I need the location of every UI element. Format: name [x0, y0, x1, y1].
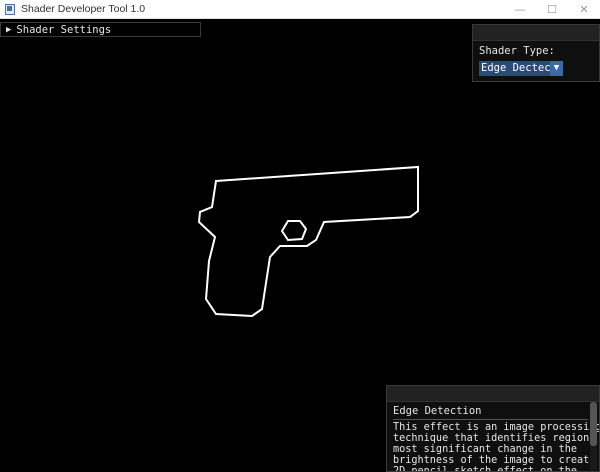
pistol-outline — [197, 165, 419, 318]
description-separator — [393, 419, 588, 420]
trigger-guard-outline — [280, 220, 308, 242]
maximize-button[interactable]: ☐ — [536, 0, 568, 19]
shader-settings-label: Shader Settings — [16, 23, 112, 36]
description-scrollbar[interactable] — [590, 402, 597, 470]
minimize-button[interactable]: — — [504, 0, 536, 19]
expand-arrow-icon[interactable]: ▶ — [6, 25, 11, 35]
shader-panel-header[interactable] — [473, 25, 599, 41]
window-titlebar: Shader Developer Tool 1.0 — ☐ ✕ — [0, 0, 600, 19]
scrollbar-thumb[interactable] — [590, 402, 597, 446]
window-title: Shader Developer Tool 1.0 — [21, 3, 146, 15]
description-panel-header[interactable] — [387, 386, 599, 402]
shader-type-label: Shader Type: — [479, 45, 555, 57]
description-panel: Edge Detection This effect is an image p… — [386, 385, 600, 472]
window-controls: — ☐ ✕ — [504, 0, 600, 19]
dropdown-arrow-icon[interactable]: ▼ — [550, 61, 563, 76]
close-button[interactable]: ✕ — [568, 0, 600, 19]
description-body: This effect is an image processing techn… — [393, 422, 600, 472]
shader-type-selected: Edge Dectect — [481, 62, 557, 74]
app-icon — [4, 3, 16, 15]
shader-settings-window[interactable]: ▶ Shader Settings — [0, 22, 201, 37]
shader-type-dropdown[interactable]: Edge Dectect ▼ — [479, 61, 563, 76]
description-title: Edge Detection — [393, 405, 482, 417]
shader-type-panel: Shader Type: Edge Dectect ▼ — [472, 24, 600, 82]
